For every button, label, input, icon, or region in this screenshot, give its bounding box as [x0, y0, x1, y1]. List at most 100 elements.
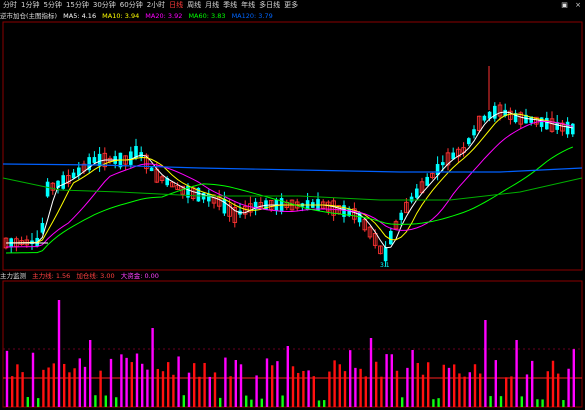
candle-down	[482, 115, 487, 121]
low-price-label: 3.1	[380, 262, 390, 269]
indicator-bar	[364, 376, 367, 407]
candle-down	[92, 157, 97, 163]
indicator-bar	[291, 366, 295, 407]
indicator-bar	[120, 354, 123, 407]
candle-down	[389, 230, 393, 245]
indicator-bar	[479, 373, 482, 407]
indicator-bar	[302, 370, 305, 407]
indicator-bar-green	[219, 397, 222, 407]
candle-down	[545, 117, 549, 130]
indicator-bar	[89, 340, 92, 407]
indicator-bar	[224, 357, 227, 407]
indicator-bar	[468, 372, 471, 407]
indicator-bar-green	[250, 399, 253, 407]
indicator-bar	[239, 364, 243, 407]
indicator-bar-green	[401, 397, 404, 407]
indicator-bar	[161, 371, 165, 407]
indicator-bar-green	[115, 397, 118, 407]
indicator-bar	[16, 364, 19, 407]
indicator-bar	[411, 350, 414, 407]
indicator-bar	[135, 353, 139, 407]
indicator-bar	[375, 361, 378, 407]
indicator-bar	[447, 367, 451, 407]
indicator-bar	[333, 360, 336, 407]
indicator-bar	[99, 370, 102, 407]
candle-down	[97, 153, 102, 167]
indicator-bar	[515, 340, 518, 407]
candle-down	[441, 162, 445, 166]
indicator-bar	[255, 375, 258, 407]
candle-down	[571, 123, 575, 135]
indicator-bar	[5, 350, 9, 407]
indicator-bar	[63, 363, 66, 407]
candle-down	[71, 172, 76, 179]
indicator-bar	[406, 367, 409, 407]
indicator-bar	[380, 376, 383, 407]
indicator-bar	[525, 374, 529, 407]
indicator-bar-green	[37, 398, 40, 407]
main-chart-frame	[2, 21, 583, 271]
indicator-bar	[198, 376, 201, 407]
indicator-bar	[328, 371, 331, 407]
indicator-bar	[463, 376, 466, 407]
indicator-bar	[427, 362, 430, 407]
indicator-bar	[11, 376, 14, 407]
indicator-bar	[551, 360, 555, 407]
indicator-bar	[416, 362, 419, 407]
indicator-bar	[473, 364, 477, 407]
indicator-bar	[276, 361, 279, 407]
indicator-bar	[557, 373, 560, 407]
candle-down	[472, 129, 476, 136]
ma20-line	[5, 120, 573, 248]
indicator-bar	[78, 358, 81, 407]
candle-down	[207, 193, 211, 202]
indicator-bar	[572, 349, 575, 407]
candle-down	[383, 247, 388, 262]
candle-down	[539, 117, 544, 127]
indicator-bar	[109, 358, 113, 407]
indicator-bar	[203, 362, 206, 407]
candle-down	[425, 176, 429, 186]
indicator-bar-green	[520, 396, 523, 407]
candle-down	[149, 167, 154, 172]
indicator-bar	[52, 363, 55, 407]
indicator-bar	[21, 372, 24, 407]
indicator-bar	[369, 338, 373, 407]
indicator-bar-green	[94, 395, 97, 407]
indicator-bar	[567, 368, 570, 407]
indicator-bar	[156, 368, 159, 407]
kline-chart[interactable]: 3.1	[0, 0, 585, 410]
indicator-bar	[484, 320, 487, 407]
indicator-bar	[234, 360, 237, 407]
candle-down	[45, 181, 50, 197]
indicator-bar	[312, 376, 315, 407]
indicator-bar	[354, 367, 357, 407]
indicator-bar	[151, 328, 154, 407]
indicator-bar	[208, 376, 211, 407]
indicator-bar	[271, 365, 274, 407]
candle-down	[129, 151, 133, 165]
indicator-bar	[510, 376, 513, 407]
indicator-bar-green	[541, 399, 544, 407]
candle-down	[40, 223, 45, 233]
indicator-bar	[286, 346, 289, 407]
candle-down	[415, 188, 419, 198]
indicator-bar	[265, 358, 269, 407]
indicator-bar	[297, 372, 300, 407]
indicator-bar	[505, 377, 508, 407]
indicator-bar	[83, 366, 87, 407]
indicator-bar	[42, 369, 45, 407]
indicator-bar-green	[26, 397, 29, 407]
indicator-bar	[421, 374, 425, 407]
indicator-bar	[338, 364, 341, 407]
indicator-bar	[47, 367, 50, 407]
candle-down	[222, 198, 227, 214]
candle-down	[61, 175, 65, 189]
indicator-bar-green	[432, 399, 435, 407]
indicator-bar	[359, 368, 362, 407]
indicator-bar-green	[323, 400, 326, 407]
indicator-bar	[187, 372, 191, 407]
indicator-bar	[177, 356, 180, 407]
indicator-bar	[494, 360, 497, 407]
indicator-bar	[349, 350, 352, 407]
